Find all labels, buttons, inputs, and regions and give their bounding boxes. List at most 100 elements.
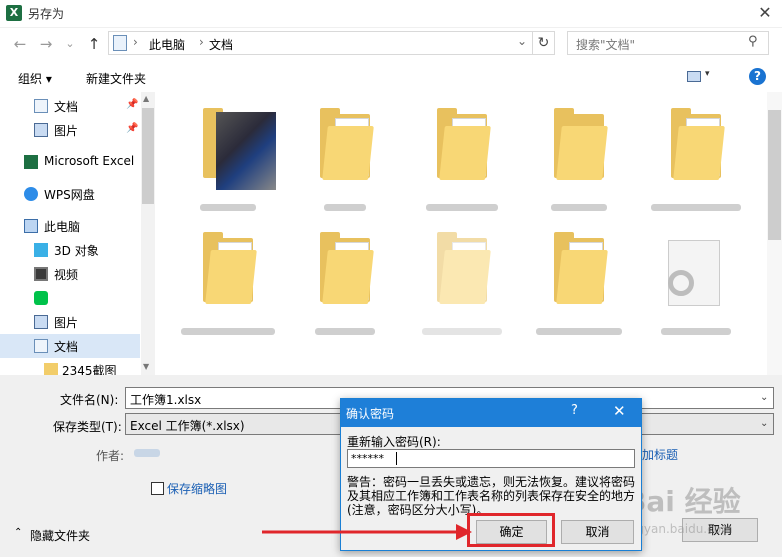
file-name (412, 324, 512, 335)
password-field[interactable]: ****** (347, 449, 635, 468)
nav-item-iqiyi[interactable] (0, 286, 140, 310)
file-type-value: Excel 工作簿(*.xlsx) (130, 419, 245, 433)
author-value[interactable] (134, 449, 160, 457)
dialog-help-button[interactable]: ? (571, 403, 578, 418)
scroll-up-icon[interactable]: ▲ (143, 94, 149, 103)
toolbar: 组织 ▾ 新建文件夹 ▾ ? (0, 62, 782, 92)
folder-tile[interactable] (529, 216, 629, 336)
password-value: ****** (351, 452, 384, 465)
folder-tile[interactable] (646, 92, 746, 212)
image-thumbnail (216, 112, 276, 190)
organize-button[interactable]: 组织 ▾ (18, 70, 52, 87)
file-name (646, 324, 746, 335)
nav-item-3d-objects[interactable]: 3D 对象 (0, 238, 140, 262)
nav-item-this-pc[interactable]: 此电脑 (0, 214, 140, 238)
dialog-cancel-button[interactable]: 取消 (561, 520, 634, 544)
nav-label: 图片 (54, 316, 79, 330)
excel-app-icon: X (6, 5, 22, 21)
nav-label: Microsoft Excel (44, 154, 135, 168)
pin-icon[interactable]: 📌 (126, 123, 138, 134)
recent-locations-button[interactable]: ⌄ (60, 34, 80, 54)
folder-tile[interactable] (412, 216, 512, 336)
nav-item-pictures[interactable]: 图片 (0, 310, 140, 334)
view-dropdown-icon[interactable]: ▾ (705, 69, 710, 79)
add-title-link[interactable]: 加标题 (642, 446, 678, 463)
forward-button[interactable]: → (36, 34, 56, 54)
nav-item-documents[interactable]: 文档 (0, 334, 140, 358)
address-dropdown-icon[interactable]: ⌄ (517, 34, 527, 48)
pc-location-icon (113, 35, 127, 51)
chevron-down-icon[interactable]: ⌄ (760, 392, 768, 403)
file-name (529, 324, 629, 335)
chevron-down-icon[interactable]: ⌄ (760, 418, 768, 429)
back-button[interactable]: ← (10, 34, 30, 54)
breadcrumb-this-pc[interactable]: 此电脑 (149, 36, 185, 53)
file-name (295, 200, 395, 211)
folder-front (322, 250, 374, 304)
folder-front (673, 126, 725, 180)
address-bar[interactable]: › 此电脑 › 文档 ⌄ (108, 31, 533, 55)
nav-item-videos[interactable]: 视频 (0, 262, 140, 286)
cube-icon (34, 243, 48, 257)
red-arrow-annotation (262, 524, 472, 540)
nav-label: WPS网盘 (44, 188, 95, 202)
filename-value: 工作簿1.xlsx (130, 393, 202, 407)
file-name (412, 200, 512, 211)
folder-tile[interactable] (295, 216, 395, 336)
video-icon (34, 267, 48, 281)
new-folder-button[interactable]: 新建文件夹 (86, 70, 146, 87)
save-thumbnail-label[interactable]: 保存缩略图 (167, 480, 227, 497)
help-icon[interactable]: ? (749, 68, 766, 85)
chevron-up-icon[interactable]: ⌃ (14, 527, 22, 538)
folder-tile[interactable] (295, 92, 395, 212)
folder-tile[interactable] (412, 92, 512, 212)
folder-front (556, 250, 608, 304)
reenter-password-label: 重新输入密码(R): (347, 435, 441, 449)
window-title: 另存为 (28, 7, 65, 21)
file-name (529, 200, 629, 211)
file-tile[interactable] (178, 92, 278, 212)
folder-front (322, 126, 374, 180)
picture-icon (34, 315, 48, 329)
dialog-close-button[interactable]: ✕ (613, 402, 626, 420)
text-caret (396, 452, 397, 465)
nav-item-documents-quick[interactable]: 文档 📌 (0, 94, 140, 118)
nav-label: 此电脑 (44, 220, 81, 234)
hide-folders-button[interactable]: 隐藏文件夹 (30, 527, 90, 544)
pin-icon[interactable]: 📌 (126, 99, 138, 110)
nav-item-pictures-quick[interactable]: 图片 📌 (0, 118, 140, 142)
breadcrumb-documents[interactable]: 文档 (209, 36, 233, 53)
folder-tile[interactable] (178, 216, 278, 336)
view-options-icon[interactable] (687, 71, 701, 82)
author-label: 作者: (96, 449, 125, 463)
folder-tile[interactable] (529, 92, 629, 212)
folder-front (439, 126, 491, 180)
warning-text: 警告：密码一旦丢失或遗忘，则无法恢复。建议将密码及其相应工作簿和工作表名称的列表… (347, 475, 636, 517)
nav-item-wps-cloud[interactable]: WPS网盘 (0, 182, 140, 206)
scroll-down-icon[interactable]: ▼ (143, 362, 149, 371)
ok-button-highlight (467, 513, 555, 547)
dialog-title-bar: 确认密码 ? ✕ (341, 399, 641, 427)
file-name (295, 324, 395, 335)
nav-label: 2345截图 (62, 364, 117, 375)
nav-scroll-thumb[interactable] (142, 108, 154, 204)
folder-front (439, 250, 491, 304)
nav-label: 图片 (54, 124, 79, 138)
navigation-pane: 文档 📌 图片 📌 Microsoft Excel WPS网盘 此电脑 3D 对… (0, 92, 155, 375)
search-icon: ⚲ (748, 34, 758, 49)
close-window-button[interactable]: ✕ (752, 2, 778, 24)
thumbnail-checkbox[interactable] (151, 482, 164, 495)
refresh-button[interactable]: ↻ (533, 31, 555, 55)
title-bar: X 另存为 ✕ (0, 0, 782, 28)
up-button[interactable]: ↑ (84, 34, 104, 54)
watermark-logo: Bai 经验 (625, 485, 741, 518)
grid-scroll-thumb[interactable] (768, 110, 781, 240)
file-tile[interactable] (646, 216, 746, 336)
document-icon (34, 99, 48, 113)
file-name (178, 324, 278, 335)
nav-item-2345-screenshot[interactable]: 2345截图 (0, 358, 140, 375)
nav-item-microsoft-excel[interactable]: Microsoft Excel (0, 150, 140, 174)
nav-label: 文档 (54, 340, 79, 354)
search-input[interactable]: 搜索"文档" ⚲ (567, 31, 769, 55)
folder-front (556, 126, 608, 180)
